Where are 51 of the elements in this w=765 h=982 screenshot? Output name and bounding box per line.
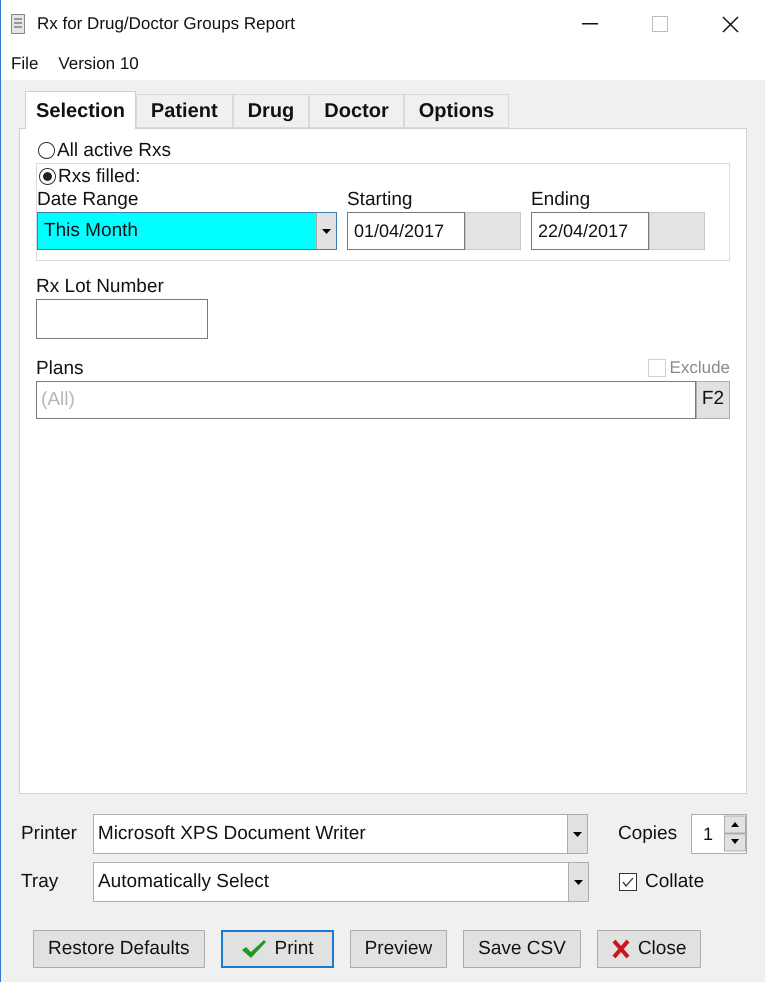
field-label: Rx Lot Number bbox=[36, 275, 165, 299]
tab[interactable]: Drug bbox=[232, 94, 310, 128]
close-icon bbox=[722, 16, 738, 32]
radio-button[interactable] bbox=[39, 168, 56, 184]
printer-dropdown[interactable]: Microsoft XPS Document Writer bbox=[92, 814, 588, 854]
dialog-button[interactable]: Preview bbox=[350, 930, 448, 968]
checkmark-icon bbox=[240, 939, 267, 959]
app-icon bbox=[11, 14, 25, 34]
field-label: Tray bbox=[20, 870, 60, 894]
menu-item[interactable]: File bbox=[11, 51, 38, 77]
checkbox-label: Collate bbox=[645, 870, 704, 894]
date-field[interactable]: 01/04/2017 bbox=[347, 212, 465, 250]
dialog-button[interactable]: Close bbox=[596, 930, 702, 968]
radio-label: All active Rxs bbox=[57, 140, 172, 160]
lookup-button[interactable]: F2 bbox=[696, 380, 730, 418]
collate-checkbox[interactable] bbox=[619, 873, 637, 891]
dropdown-button[interactable] bbox=[566, 815, 587, 853]
copies-spinner[interactable]: 1 bbox=[691, 814, 747, 854]
date-range-dropdown[interactable]: This Month bbox=[37, 212, 337, 250]
menu-item[interactable]: Version 10 bbox=[58, 51, 139, 77]
tab[interactable]: Doctor bbox=[309, 94, 404, 128]
dialog-button[interactable]: Restore Defaults bbox=[33, 930, 205, 968]
cross-icon bbox=[612, 939, 630, 959]
dropdown-button[interactable] bbox=[568, 863, 588, 901]
field-label: Copies bbox=[618, 822, 678, 846]
lot-number-field[interactable] bbox=[36, 299, 208, 339]
field-label: Plans bbox=[36, 356, 84, 380]
tab[interactable]: Options bbox=[404, 94, 510, 128]
dropdown-button[interactable] bbox=[316, 213, 336, 249]
tab[interactable]: Patient bbox=[136, 94, 233, 128]
field-label: Printer bbox=[20, 822, 78, 846]
radio-label: Rxs filled: bbox=[58, 166, 140, 186]
checkmark-icon bbox=[622, 877, 634, 887]
caret-icon bbox=[322, 228, 331, 234]
date-field[interactable]: 22/04/2017 bbox=[531, 212, 649, 250]
field-label: Date Range bbox=[37, 188, 140, 212]
dialog-button[interactable]: Save CSV bbox=[463, 930, 581, 968]
field-label: Ending bbox=[531, 188, 592, 212]
radio-button[interactable] bbox=[38, 142, 55, 158]
field-label: Starting bbox=[347, 188, 414, 212]
spinner-arrows-icon bbox=[724, 815, 746, 853]
tab[interactable]: Selection bbox=[25, 91, 136, 129]
minimize-icon bbox=[582, 23, 598, 25]
maximize-icon bbox=[652, 16, 668, 32]
dialog-button[interactable]: Print bbox=[220, 930, 334, 968]
window-title: Rx for Drug/Doctor Groups Report bbox=[37, 13, 295, 36]
checkbox-label: Exclude bbox=[670, 357, 730, 379]
tray-dropdown[interactable]: Automatically Select bbox=[93, 862, 589, 902]
caret-icon bbox=[572, 832, 582, 836]
caret-icon bbox=[574, 880, 583, 884]
plans-field[interactable]: (All) bbox=[36, 380, 696, 418]
